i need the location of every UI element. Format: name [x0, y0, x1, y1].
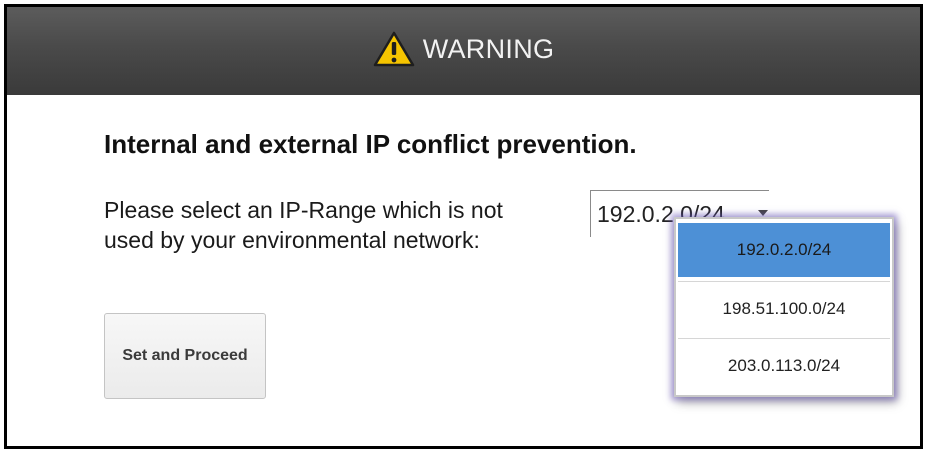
- ip-range-prompt: Please select an IP-Range which is not u…: [104, 197, 503, 253]
- ip-range-option[interactable]: 198.51.100.0/24: [678, 281, 890, 336]
- warning-dialog: WARNING Internal and external IP conflic…: [4, 4, 923, 449]
- ip-range-option[interactable]: 192.0.2.0/24: [678, 223, 890, 277]
- dialog-titlebar: WARNING: [7, 7, 920, 95]
- warning-triangle-icon: [373, 31, 414, 67]
- dialog-heading: Internal and external IP conflict preven…: [104, 129, 637, 159]
- set-and-proceed-button[interactable]: Set and Proceed: [104, 313, 266, 399]
- chevron-down-icon[interactable]: [758, 210, 768, 216]
- dialog-title-group: WARNING: [373, 31, 555, 67]
- ip-range-dropdown-list: 192.0.2.0/24 198.51.100.0/24 203.0.113.0…: [674, 217, 894, 397]
- ip-range-option[interactable]: 203.0.113.0/24: [678, 338, 890, 393]
- dialog-title: WARNING: [422, 33, 555, 64]
